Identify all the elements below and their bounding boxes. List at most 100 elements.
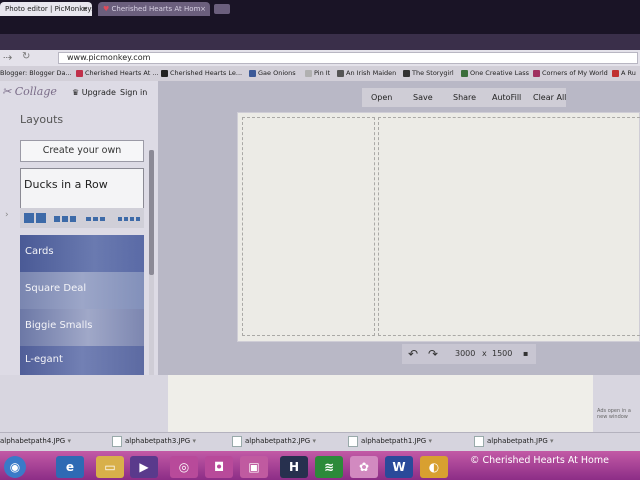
close-icon[interactable]: × bbox=[82, 2, 88, 16]
ad-note: Ads open in a new window bbox=[597, 408, 631, 420]
layout-thumb[interactable] bbox=[100, 217, 105, 221]
file-icon bbox=[112, 435, 122, 447]
layout-cards[interactable]: Cards bbox=[20, 235, 144, 272]
layout-label: Cards bbox=[25, 246, 54, 257]
shield-icon bbox=[161, 69, 168, 77]
internet-explorer-icon[interactable]: e bbox=[56, 456, 84, 478]
file-icon bbox=[232, 435, 242, 447]
layout-thumb[interactable] bbox=[70, 216, 76, 222]
blog-icon bbox=[403, 69, 410, 77]
download-item[interactable]: alphabetpath2.JPG ▾ bbox=[232, 433, 316, 450]
download-item[interactable]: alphabetpath4.JPG ▾ bbox=[0, 433, 71, 450]
tab-picmonkey[interactable]: Photo editor | PicMonkey: × bbox=[0, 2, 92, 16]
heart-icon: ♥ bbox=[103, 5, 110, 13]
size-separator: x bbox=[482, 349, 487, 358]
layout-thumb[interactable] bbox=[93, 217, 98, 221]
layout-thumb[interactable] bbox=[118, 217, 122, 221]
layout-thumb[interactable] bbox=[62, 216, 68, 222]
chevron-left-icon[interactable]: › bbox=[5, 210, 9, 220]
bookmark-item[interactable]: A Ru bbox=[612, 66, 636, 81]
undo-icon[interactable]: ↶ bbox=[408, 344, 418, 364]
blog-icon bbox=[461, 69, 468, 77]
close-icon[interactable]: × bbox=[200, 2, 206, 16]
bookmark-item[interactable]: The Storygirl bbox=[403, 66, 454, 81]
layout-l-egant[interactable]: L-egant bbox=[20, 346, 144, 375]
layout-thumb[interactable] bbox=[86, 217, 91, 221]
layout-thumb[interactable] bbox=[136, 217, 140, 221]
bookmark-item[interactable]: Pin It bbox=[305, 66, 330, 81]
facebook-icon bbox=[249, 69, 256, 77]
pin-icon bbox=[305, 69, 312, 77]
photos-icon[interactable]: ◐ bbox=[420, 456, 448, 478]
layout-thumb[interactable] bbox=[54, 216, 60, 222]
canvas-height[interactable]: 1500 bbox=[492, 344, 512, 364]
heart-icon bbox=[612, 69, 619, 77]
start-button-icon[interactable]: ◉ bbox=[4, 456, 26, 478]
save-button[interactable]: Save bbox=[413, 88, 433, 107]
download-item[interactable]: alphabetpath3.JPG ▾ bbox=[112, 433, 196, 450]
url-field[interactable]: www.picmonkey.com bbox=[58, 52, 638, 64]
bookmark-item[interactable]: Blogger: Blogger Da... bbox=[0, 66, 72, 81]
crown-icon: ♛ bbox=[72, 88, 80, 97]
folder-icon[interactable]: ▭ bbox=[96, 456, 124, 478]
open-button[interactable]: Open bbox=[371, 88, 392, 107]
back-arrow-icon[interactable]: ⇢ bbox=[3, 51, 12, 64]
upgrade-link[interactable]: ♛ Upgrade bbox=[72, 88, 116, 97]
bookmark-item[interactable]: An Irish Maiden bbox=[337, 66, 396, 81]
copyright-watermark: © Cherished Hearts At Home bbox=[470, 455, 609, 466]
image-viewer-icon[interactable]: ▣ bbox=[240, 456, 268, 478]
blog-icon bbox=[533, 69, 540, 77]
layout-thumb[interactable] bbox=[130, 217, 134, 221]
create-your-own-button[interactable]: Create your own bbox=[20, 140, 144, 162]
scrollbar-thumb[interactable] bbox=[149, 150, 154, 275]
download-item[interactable]: alphabetpath.JPG ▾ bbox=[474, 433, 554, 450]
bookmark-item[interactable]: Cherished Hearts At ... bbox=[76, 66, 159, 81]
layout-thumb[interactable] bbox=[36, 213, 46, 223]
collage-cell-right[interactable] bbox=[378, 117, 640, 336]
layout-label: Biggie Smalls bbox=[25, 320, 93, 331]
bookmark-item[interactable]: Cherished Hearts Le... bbox=[161, 66, 242, 81]
tab-label: Cherished Hearts At Hom bbox=[111, 5, 201, 13]
picasa-icon[interactable]: ✿ bbox=[350, 456, 378, 478]
file-icon bbox=[348, 435, 358, 447]
h-app-icon[interactable]: H bbox=[280, 456, 308, 478]
layout-thumb[interactable] bbox=[24, 213, 34, 223]
layout-label: Ducks in a Row bbox=[24, 178, 108, 191]
collage-cell-left[interactable] bbox=[242, 117, 375, 336]
file-icon bbox=[474, 435, 484, 447]
collage-logo[interactable]: ✂ Collage bbox=[2, 85, 57, 98]
new-tab-button[interactable] bbox=[214, 4, 230, 14]
layout-thumb[interactable] bbox=[124, 217, 128, 221]
layouts-heading: Layouts bbox=[20, 113, 64, 126]
reload-icon[interactable]: ↻ bbox=[22, 51, 30, 62]
bookmark-item[interactable]: Corners of My World bbox=[533, 66, 608, 81]
address-bar: ⇢ ↻ www.picmonkey.com bbox=[0, 50, 640, 66]
download-item[interactable]: alphabetpath1.JPG ▾ bbox=[348, 433, 432, 450]
gear-icon bbox=[337, 69, 344, 77]
logo-mark: ✂ bbox=[2, 85, 15, 98]
clear-all-button[interactable]: Clear All bbox=[533, 88, 566, 107]
bookmark-item[interactable]: Gae Onions bbox=[249, 66, 296, 81]
autofill-button[interactable]: AutoFill bbox=[492, 88, 521, 107]
heart-icon bbox=[76, 69, 83, 77]
spotify-icon[interactable]: ≋ bbox=[315, 456, 343, 478]
bookmarks-bar: Blogger: Blogger Da... Cherished Hearts … bbox=[0, 66, 640, 81]
layout-square-deal[interactable]: Square Deal bbox=[20, 272, 144, 309]
layout-label: Square Deal bbox=[25, 283, 87, 294]
tab-bar bbox=[0, 34, 640, 50]
media-player-icon[interactable]: ▶ bbox=[130, 456, 158, 478]
ad-box[interactable] bbox=[168, 375, 593, 432]
word-icon[interactable]: W bbox=[385, 456, 413, 478]
layout-biggie-smalls[interactable]: Biggie Smalls bbox=[20, 309, 144, 346]
share-button[interactable]: Share bbox=[453, 88, 476, 107]
chrome-icon[interactable]: ◎ bbox=[170, 456, 198, 478]
camera-icon[interactable]: ◘ bbox=[205, 456, 233, 478]
redo-icon[interactable]: ↷ bbox=[428, 344, 438, 364]
sign-in-link[interactable]: Sign in bbox=[120, 88, 147, 97]
tab-cherished-hearts[interactable]: ♥ Cherished Hearts At Hom × bbox=[98, 2, 210, 16]
bookmark-item[interactable]: One Creative Lass bbox=[461, 66, 529, 81]
layout-label: L-egant bbox=[25, 354, 63, 365]
tab-label: Photo editor | PicMonkey: bbox=[5, 5, 92, 13]
canvas-width[interactable]: 3000 bbox=[455, 344, 475, 364]
lock-icon[interactable]: ▪ bbox=[523, 344, 528, 364]
